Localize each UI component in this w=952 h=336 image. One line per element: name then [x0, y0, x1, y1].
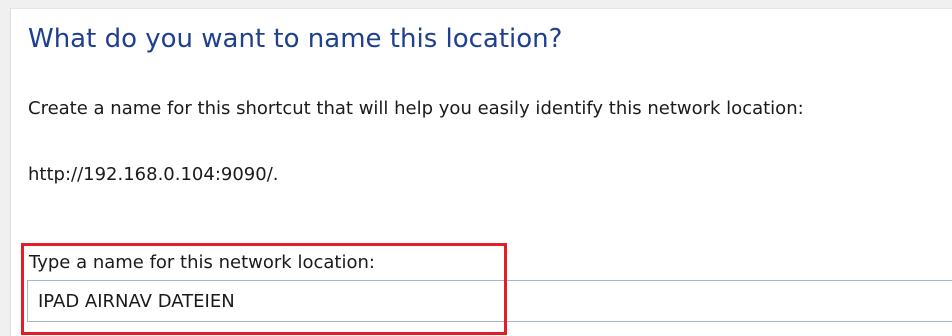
page-title: What do you want to name this location?: [28, 24, 563, 54]
description-text: Create a name for this shortcut that wil…: [28, 98, 804, 119]
location-name-input[interactable]: [27, 280, 952, 322]
wizard-panel: What do you want to name this location? …: [10, 8, 952, 336]
network-address: http://192.168.0.104:9090/.: [28, 164, 279, 185]
location-name-label: Type a name for this network location:: [29, 252, 375, 273]
